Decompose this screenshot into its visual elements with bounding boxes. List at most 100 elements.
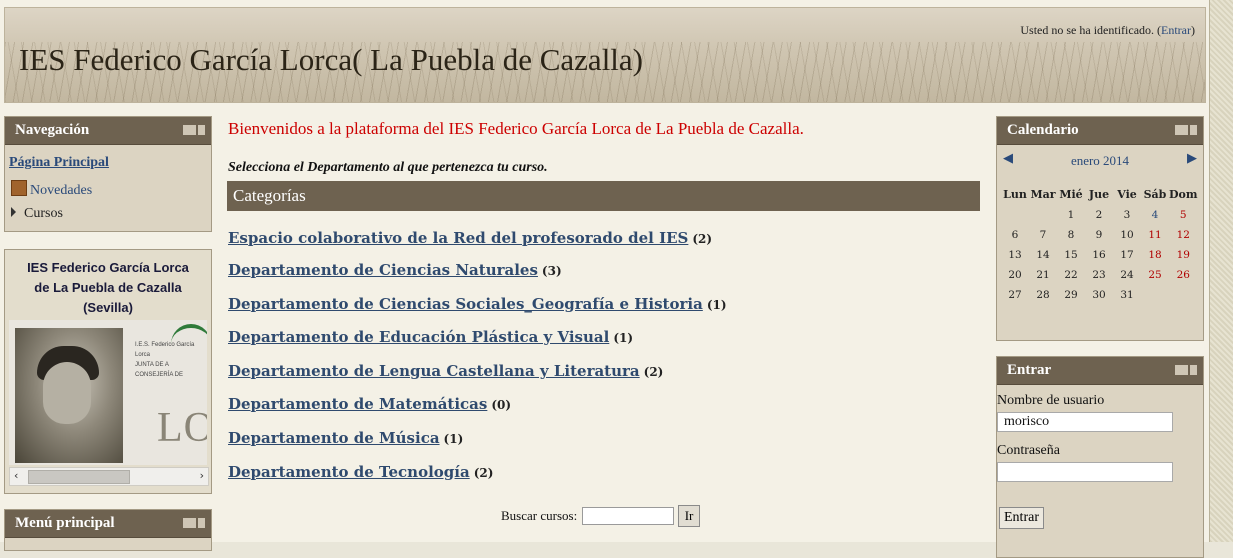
logo-text-line: CONSEJERÍA DE [135, 372, 184, 378]
course-search-input[interactable] [582, 507, 675, 525]
calendar-day[interactable]: 23 [1085, 265, 1113, 285]
calendar-day[interactable]: 18 [1141, 245, 1169, 265]
calendar-week-row: 1 2 3 4 5 [1001, 205, 1198, 225]
category-link[interactable]: Departamento de Lengua Castellana y Lite… [228, 362, 640, 380]
logo-text-line: JUNTA DE A [135, 362, 169, 368]
calendar-day[interactable]: 17 [1113, 245, 1141, 265]
nav-item-home[interactable]: Página Principal [9, 155, 109, 171]
nav-item-courses[interactable]: Cursos [11, 206, 63, 222]
block-dock-icon[interactable] [1175, 125, 1197, 135]
login-submit-button[interactable]: Entrar [999, 507, 1044, 529]
password-label: Contraseña [997, 443, 1060, 458]
calendar-week-row: 20 21 22 23 24 25 26 [1001, 265, 1198, 285]
calendar-day[interactable]: 7 [1029, 225, 1057, 245]
nav-item-news[interactable]: Novedades [11, 180, 92, 199]
calendar-day[interactable]: 12 [1169, 225, 1198, 245]
logo-text-line: I.E.S. Federico García Lorca [135, 342, 195, 358]
calendar-week-row: 27 28 29 30 31 [1001, 285, 1198, 305]
school-banner-image: I.E.S. Federico García Lorca JUNTA DE A … [9, 320, 207, 465]
category-item[interactable]: Departamento de Ciencias Sociales_Geogra… [228, 295, 727, 313]
category-link[interactable]: Departamento de Ciencias Naturales [228, 261, 538, 279]
calendar-day [1001, 205, 1029, 225]
calendar-day[interactable]: 9 [1085, 225, 1113, 245]
school-name-line: (Sevilla) [83, 300, 133, 315]
block-dock-icon[interactable] [1175, 365, 1197, 375]
calendar-day[interactable]: 25 [1141, 265, 1169, 285]
category-link[interactable]: Espacio colaborativo de la Red del profe… [228, 229, 688, 247]
calendar-week-row: 6 7 8 9 10 11 12 [1001, 225, 1198, 245]
scroll-left-icon[interactable]: ‹ [14, 469, 18, 482]
category-item[interactable]: Departamento de Tecnología (2) [228, 463, 493, 481]
calendar-day[interactable]: 26 [1169, 265, 1198, 285]
weekday-label: Lun [1003, 187, 1027, 201]
category-item[interactable]: Departamento de Matemáticas (0) [228, 395, 511, 413]
category-item[interactable]: Departamento de Educación Plástica y Vis… [228, 328, 633, 346]
calendar-day[interactable]: 3 [1113, 205, 1141, 225]
calendar-day[interactable]: 5 [1169, 205, 1198, 225]
arrow-right-icon[interactable]: ▶ [1187, 151, 1197, 166]
calendar-day[interactable]: 14 [1029, 245, 1057, 265]
calendar-day[interactable]: 30 [1085, 285, 1113, 305]
calendar-day[interactable]: 19 [1169, 245, 1198, 265]
portrait-face [43, 362, 91, 424]
calendar-day[interactable]: 11 [1141, 225, 1169, 245]
category-link[interactable]: Departamento de Música [228, 429, 440, 447]
course-search-button[interactable]: Ir [677, 505, 701, 527]
header-login-link[interactable]: Entrar [1161, 23, 1191, 37]
course-search-label: Buscar cursos: [501, 508, 578, 523]
calendar-month[interactable]: enero 2014 [997, 153, 1203, 169]
calendar-day[interactable]: 1 [1057, 205, 1085, 225]
calendar-day[interactable]: 29 [1057, 285, 1085, 305]
calendar-day[interactable]: 4 [1141, 205, 1169, 225]
calendar-day[interactable]: 20 [1001, 265, 1029, 285]
school-info-block: IES Federico García Lorca de La Puebla d… [4, 249, 212, 494]
calendar-day[interactable]: 13 [1001, 245, 1029, 265]
horizontal-scrollbar[interactable]: ‹ › [9, 467, 209, 486]
page-frame: IES Federico García Lorca( La Puebla de … [0, 0, 1210, 558]
select-department-prompt: Selecciona el Departamento al que perten… [228, 160, 548, 175]
category-link[interactable]: Departamento de Tecnología [228, 463, 470, 481]
category-item[interactable]: Departamento de Música (1) [228, 429, 463, 447]
site-title: IES Federico García Lorca( La Puebla de … [19, 42, 643, 77]
background-strip [1210, 0, 1233, 542]
username-field[interactable] [997, 412, 1173, 432]
calendar-day[interactable]: 21 [1029, 265, 1057, 285]
main-menu-block-title: Menú principal [15, 515, 115, 531]
scrollbar-thumb[interactable] [28, 470, 130, 484]
page-header: IES Federico García Lorca( La Puebla de … [4, 7, 1206, 103]
category-item[interactable]: Espacio colaborativo de la Red del profe… [228, 229, 712, 247]
calendar-day[interactable]: 28 [1029, 285, 1057, 305]
calendar-day[interactable]: 16 [1085, 245, 1113, 265]
main-menu-block: Menú principal [4, 509, 212, 551]
category-item[interactable]: Departamento de Lengua Castellana y Lite… [228, 362, 663, 380]
category-link[interactable]: Departamento de Matemáticas [228, 395, 487, 413]
calendar-day[interactable]: 24 [1113, 265, 1141, 285]
calendar-day[interactable]: 27 [1001, 285, 1029, 305]
calendar-day[interactable]: 2 [1085, 205, 1113, 225]
category-count: (2) [473, 466, 494, 480]
navigation-block: Navegación Página Principal Novedades Cu… [4, 116, 212, 232]
calendar-day[interactable]: 6 [1001, 225, 1029, 245]
block-dock-icon[interactable] [183, 518, 205, 528]
nav-item-courses-label: Cursos [24, 206, 63, 221]
course-search-form: Buscar cursos: Ir [501, 505, 701, 527]
navigation-block-header: Navegación [5, 117, 211, 145]
category-link[interactable]: Departamento de Ciencias Sociales_Geogra… [228, 295, 703, 313]
category-count: (2) [692, 232, 713, 246]
scroll-right-icon[interactable]: › [200, 469, 204, 482]
category-link[interactable]: Departamento de Educación Plástica y Vis… [228, 328, 609, 346]
calendar-day[interactable]: 8 [1057, 225, 1085, 245]
school-name-line: de La Puebla de Cazalla [34, 280, 182, 295]
login-block: Entrar Nombre de usuario Contraseña Entr… [996, 356, 1204, 558]
weekday-label: Mar [1030, 187, 1056, 201]
calendar-day[interactable]: 15 [1057, 245, 1085, 265]
calendar-day[interactable]: 31 [1113, 285, 1141, 305]
login-status-text: Usted no se ha identificado. ( [1020, 23, 1162, 37]
calendar-day[interactable]: 10 [1113, 225, 1141, 245]
calendar-day[interactable]: 22 [1057, 265, 1085, 285]
calendar-day [1141, 285, 1169, 305]
category-item[interactable]: Departamento de Ciencias Naturales (3) [228, 261, 562, 279]
login-block-title: Entrar [1007, 362, 1052, 378]
block-dock-icon[interactable] [183, 125, 205, 135]
password-field[interactable] [997, 462, 1173, 482]
